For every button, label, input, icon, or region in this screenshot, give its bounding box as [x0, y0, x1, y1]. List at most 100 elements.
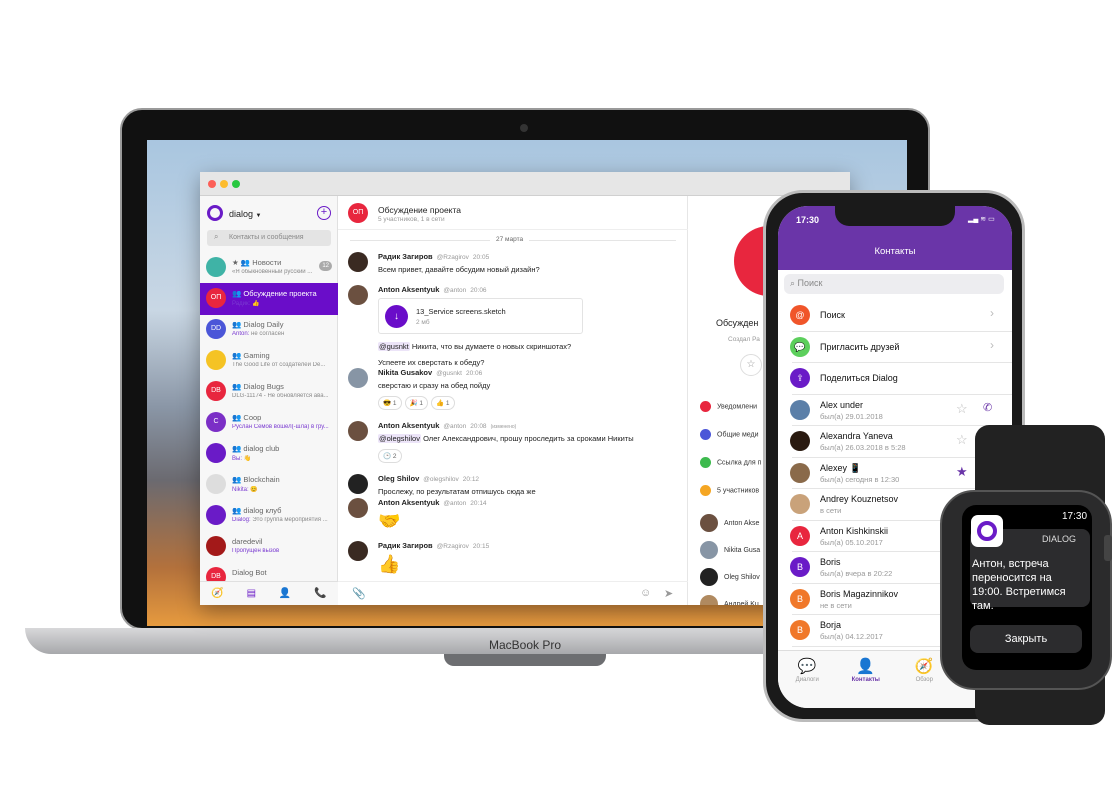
sender-name-text: Радик Загиров	[378, 541, 433, 550]
phone-action-row[interactable]: 💬 Пригласить друзей ›	[778, 332, 1012, 363]
message-text: 🤝	[378, 511, 400, 532]
watch-crown[interactable]	[1104, 535, 1112, 561]
phone-search-input[interactable]: ⌕ Поиск	[784, 274, 1004, 294]
reaction-chip[interactable]: 😎 1	[378, 396, 402, 410]
chat-preview-text: не согласен	[251, 331, 285, 337]
contact-row[interactable]: Alex under был(а) 29.01.2018 ☆ ✆	[778, 395, 1012, 426]
composer[interactable]: 📎 ☺ ➤	[338, 581, 688, 605]
favorite-star-icon[interactable]: ☆	[956, 401, 968, 417]
sender-handle: @anton	[443, 287, 467, 294]
group-title: Обсужден	[716, 318, 759, 328]
chat-list-item[interactable]: 👥 dialog club Вы: 👋	[200, 438, 338, 470]
sender-avatar[interactable]	[348, 421, 368, 441]
chat-list-item[interactable]: 👥 Blockchain Nikita: 😊	[200, 469, 338, 501]
minimize-button[interactable]	[220, 180, 228, 188]
emoji-icon[interactable]: ☺	[640, 587, 651, 599]
sender-handle: @gusnkt	[436, 370, 462, 377]
sender-avatar[interactable]	[348, 541, 368, 561]
mention[interactable]: @gusnkt	[378, 342, 410, 351]
search-icon: ⌕	[214, 232, 219, 241]
dismiss-button[interactable]: Закрыть	[970, 625, 1082, 653]
member-row[interactable]: Nikita Gusa	[700, 541, 760, 559]
chat-list-item[interactable]: ОП 👥 Обсуждение проекта Радик: 👍	[200, 283, 338, 315]
chat-header[interactable]: ОП Обсуждение проекта 5 участников, 1 в …	[338, 196, 688, 230]
member-name: Anton Akse	[724, 519, 760, 527]
chat-title: 👥 Обсуждение проекта	[232, 289, 317, 298]
message-body: 🤝	[378, 511, 401, 531]
sender-handle: @Rzagirov	[436, 543, 469, 550]
search-input[interactable]: ⌕ Контакты и сообщения	[207, 230, 331, 246]
contact-status: был(а) сегодня в 12:30	[820, 474, 900, 484]
chat-preview-text: 😊	[250, 487, 258, 493]
new-chat-plus-icon[interactable]: +	[317, 206, 331, 220]
send-icon[interactable]: ➤	[664, 587, 673, 600]
sender-avatar[interactable]	[348, 368, 368, 388]
info-row-icon	[700, 429, 711, 440]
phone-icon[interactable]: 📞	[314, 588, 326, 599]
info-row[interactable]: 5 участников	[700, 485, 759, 496]
message-text: Прослежу, по результатам отпишусь сюда ж…	[378, 487, 536, 496]
favorite-star-icon[interactable]: ☆	[956, 432, 968, 448]
message-time: 20:06	[465, 370, 483, 377]
chat-avatar	[206, 257, 226, 277]
reaction-chip[interactable]: 🎉 1	[404, 396, 429, 410]
zoom-button[interactable]	[232, 180, 240, 188]
chat-list-item[interactable]: DB 👥 Dialog Bugs DLG-11174 - Не обновляетс…	[200, 376, 338, 408]
phone-action-row[interactable]: @ Поиск ›	[778, 300, 1012, 332]
file-attachment[interactable]: ↓ 13_Service screens.sketch 2 мб	[378, 298, 583, 334]
chat-list-item[interactable]: 👥 Gaming The Good Life от создателей De..…	[200, 345, 338, 377]
chat-list-item[interactable]: DD 👥 Dialog Daily Anton: не согласен	[200, 314, 338, 346]
member-row[interactable]: Anton Akse	[700, 514, 759, 532]
info-row[interactable]: Общие меди	[700, 429, 759, 440]
member-avatar	[700, 541, 718, 559]
member-row[interactable]: Андрей Ku	[700, 595, 759, 605]
file-size: 2 мб	[416, 319, 430, 326]
action-label: Пригласить друзей	[820, 341, 900, 352]
info-row[interactable]: Ссылка для п	[700, 457, 761, 468]
contact-status: был(а) 04.12.2017	[820, 632, 883, 641]
info-row[interactable]: Уведомлени	[700, 401, 757, 412]
sender-avatar[interactable]	[348, 498, 368, 518]
phone-tab[interactable]: 💬 Диалоги	[778, 651, 837, 708]
chat-list-item[interactable]: daredevil Пропущен вызов	[200, 531, 338, 563]
action-icon: ⇪	[790, 368, 810, 388]
account-switcher[interactable]: dialog ▼	[229, 209, 262, 219]
sender-avatar[interactable]	[348, 474, 368, 494]
close-button[interactable]	[208, 180, 216, 188]
sender-name: Anton Aksentyuk @anton 20:14	[378, 498, 487, 507]
info-row-icon	[700, 485, 711, 496]
compass-icon[interactable]: 🧭	[211, 588, 223, 599]
message-body: Никита, что вы думаете о новых скриншота…	[411, 342, 572, 351]
contact-avatar: B	[790, 557, 810, 577]
reaction-chip[interactable]: 🕒 2	[378, 449, 402, 463]
call-icon[interactable]: ✆	[983, 401, 992, 414]
contacts-icon[interactable]: 👤	[279, 588, 291, 599]
message-time: 20:05	[472, 254, 490, 261]
member-row[interactable]: Oleg Shilov	[700, 568, 760, 586]
sender-name-text: Радик Загиров	[378, 252, 433, 261]
member-name: Oleg Shilov	[724, 573, 760, 581]
chat-list-item[interactable]: ★ 👥 Новости «Я обыкновенный русский ... 12	[200, 252, 338, 284]
chat-list-item[interactable]: 👥 dialog клуб Dialog: Это группа мероприя…	[200, 500, 338, 532]
message-text: сверстаю и сразу на обед пойду	[378, 381, 490, 390]
reaction-chip[interactable]: 👍 1	[431, 396, 455, 410]
message-body: 👍	[378, 554, 401, 574]
mention[interactable]: @olegshilov	[378, 434, 421, 443]
info-row-label: Общие меди	[717, 431, 759, 439]
download-icon[interactable]: ↓	[385, 305, 408, 328]
chats-icon[interactable]: ▤	[247, 588, 256, 599]
action-label: Поделиться Dialog	[820, 373, 898, 383]
member-avatar	[700, 514, 718, 532]
sender-avatar[interactable]	[348, 285, 368, 305]
contact-status: был(а) 26.03.2018 в 5:28	[820, 443, 906, 452]
chat-list-item[interactable]: C 👥 Coop Руслан Семов вошел(-шла) в гру...	[200, 407, 338, 439]
favorite-star-icon[interactable]: ☆	[740, 354, 762, 376]
attach-icon[interactable]: 📎	[352, 587, 366, 600]
phone-header: 17:30 ▂▄ ≋ ▭ Контакты	[778, 206, 1012, 270]
favorite-star-icon[interactable]: ★	[956, 464, 968, 480]
sender-avatar[interactable]	[348, 252, 368, 272]
phone-action-row[interactable]: ⇪ Поделиться Dialog	[778, 363, 1012, 395]
reactions: 😎 1 🎉 1 👍 1	[378, 396, 458, 410]
chat-preview: Вы: 👋	[232, 455, 332, 462]
phone-tab[interactable]: 👤 Контакты	[837, 651, 896, 708]
